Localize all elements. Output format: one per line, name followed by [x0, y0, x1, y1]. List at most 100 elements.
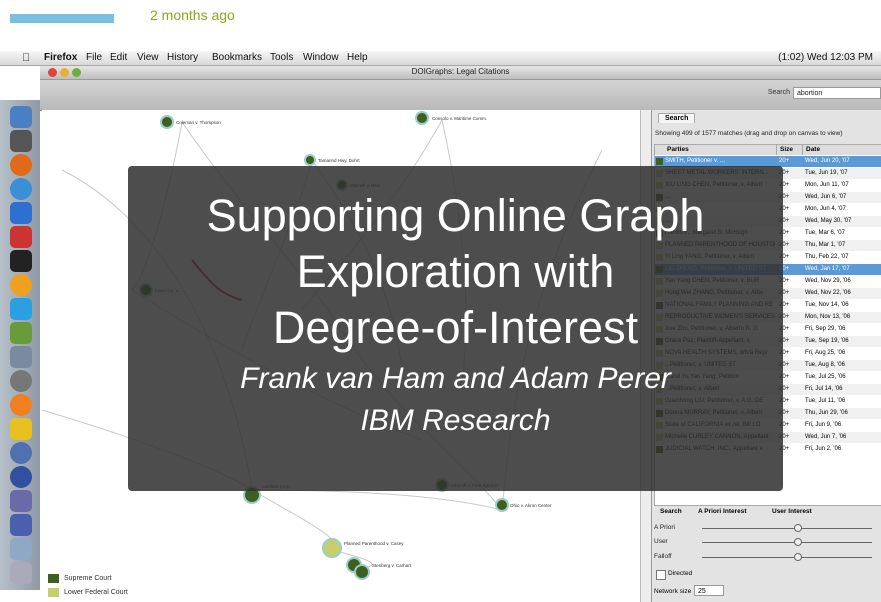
cell-date: Thu, Feb 22, '07	[805, 254, 849, 260]
search-label: Search	[767, 89, 790, 96]
node-label: Coleman v. Thompson	[176, 120, 221, 125]
search-input[interactable]: abortion	[793, 87, 881, 99]
terminal-icon[interactable]	[10, 250, 32, 272]
cell-date: Mon, Jun 11, '07	[805, 182, 849, 188]
slider-falloff[interactable]	[702, 557, 872, 558]
slider-label-user: User	[654, 538, 668, 545]
graph-node[interactable]	[322, 538, 342, 558]
court-swatch	[656, 158, 663, 165]
graph-node[interactable]	[160, 115, 174, 129]
toolbar: Search abortion	[40, 80, 881, 111]
dashboard-icon[interactable]	[10, 130, 32, 152]
node-label: Tamarind Hwy. Dohrt	[318, 158, 360, 163]
post-timestamp: 2 months ago	[150, 7, 235, 23]
safari-icon[interactable]	[10, 178, 32, 200]
subtab-apriori[interactable]: A Priori Interest	[698, 508, 747, 515]
menubar-clock[interactable]: (1:02) Wed 12:03 PM	[778, 52, 873, 63]
app-purple-icon[interactable]	[10, 490, 32, 512]
menu-edit[interactable]: Edit	[110, 52, 127, 63]
adium-icon[interactable]	[10, 274, 32, 296]
menu-view[interactable]: View	[137, 52, 159, 63]
slider-thumb-apriori[interactable]	[794, 524, 802, 532]
network-size-label: Network size	[654, 588, 692, 595]
node-label: Ohio v. Akron Center	[510, 503, 552, 508]
menu-window[interactable]: Window	[303, 52, 339, 63]
cell-date: Wed, Jun 6, '07	[805, 194, 847, 200]
skype-icon[interactable]	[10, 298, 32, 320]
cell-date: Fri, Jul 14, '06	[805, 386, 843, 392]
window-titlebar[interactable]: DOIGraphs: Legal Citations	[40, 66, 881, 80]
subtab-user-interest[interactable]: User Interest	[772, 508, 812, 515]
graph-node[interactable]	[304, 154, 316, 166]
menu-bookmarks[interactable]: Bookmarks	[212, 52, 262, 63]
legend-swatch-lower	[48, 588, 59, 597]
app-blue-icon[interactable]	[10, 442, 32, 464]
cell-date: Wed, Jun 7, '06	[805, 434, 847, 440]
preview-icon[interactable]	[10, 346, 32, 368]
column-header-date[interactable]: Date	[803, 145, 881, 155]
ichat-icon[interactable]	[10, 202, 32, 224]
finder-icon[interactable]	[10, 106, 32, 128]
tab-search[interactable]: Search	[658, 113, 696, 123]
cell-date: Tue, Nov 14, '06	[805, 302, 849, 308]
legend-swatch-supreme	[48, 574, 59, 583]
cell-date: Tue, Jun 19, '07	[805, 170, 848, 176]
menu-tools[interactable]: Tools	[270, 52, 293, 63]
title-overlay: Supporting Online Graph Exploration with…	[128, 166, 783, 491]
cell-date: Fri, Jun 2, '06	[805, 446, 842, 452]
menu-file[interactable]: File	[86, 52, 102, 63]
overlay-authors: Frank van Ham and Adam Perer	[240, 362, 671, 395]
column-header-size[interactable]: Size	[777, 145, 803, 155]
slider-label-apriori: A Priori	[654, 524, 675, 531]
directed-checkbox[interactable]	[656, 570, 666, 580]
cell-date: Wed, Nov 29, '06	[805, 278, 851, 284]
cell-date: Fri, Aug 25, '06	[805, 350, 846, 356]
photo-icon[interactable]	[10, 322, 32, 344]
legend-label-lower: Lower Federal Court	[64, 589, 128, 596]
cell-date: Mon, Jun 4, '07	[805, 206, 846, 212]
graph-node[interactable]	[415, 111, 429, 125]
folder-icon[interactable]	[10, 538, 32, 560]
cell-date: Thu, Mar 1, '07	[805, 242, 846, 248]
word-icon[interactable]	[10, 514, 32, 536]
node-label: Stenberg v. Carhart	[372, 563, 412, 568]
menu-history[interactable]: History	[167, 52, 198, 63]
cell-date: Tue, Sep 19, '06	[805, 338, 849, 344]
calendar-icon[interactable]	[10, 226, 32, 248]
overlay-title-line-2: Exploration with	[296, 246, 615, 297]
network-size-stepper[interactable]: 25	[694, 585, 724, 596]
cell-date: Wed, Jan 17, '07	[805, 266, 850, 272]
app-orange-icon[interactable]	[10, 394, 32, 416]
cell-date: Tue, Aug 8, '06	[805, 362, 845, 368]
settings-icon[interactable]	[10, 370, 32, 392]
cell-date: Tue, Jul 11, '06	[805, 398, 846, 404]
slider-apriori[interactable]	[702, 528, 872, 529]
node-label: Consolo v. Maritime Comm.	[432, 116, 487, 121]
match-count: Showing 499 of 1577 matches (drag and dr…	[655, 130, 843, 137]
itunes-icon[interactable]	[10, 466, 32, 488]
graph-node[interactable]	[495, 498, 509, 512]
apple-menu-icon[interactable]: 	[22, 52, 30, 64]
menu-app-name[interactable]: Firefox	[44, 52, 77, 63]
cell-date: Tue, Jul 25, '06	[805, 374, 846, 380]
cell-date: Wed, May 30, '07	[805, 218, 852, 224]
directed-label: Directed	[668, 570, 693, 577]
overlay-title-line-3: Degree-of-Interest	[272, 302, 639, 353]
slider-thumb-user[interactable]	[794, 538, 802, 546]
slider-user[interactable]	[702, 542, 872, 543]
slider-thumb-falloff[interactable]	[794, 553, 802, 561]
app-yellow-icon[interactable]	[10, 418, 32, 440]
overlay-organization: IBM Research	[360, 404, 551, 437]
cell-date: Mon, Nov 13, '06	[805, 314, 851, 320]
graph-node[interactable]	[354, 564, 370, 580]
trash-icon[interactable]	[10, 562, 32, 584]
subtab-search[interactable]: Search	[660, 508, 682, 515]
menu-help[interactable]: Help	[347, 52, 368, 63]
firefox-icon[interactable]	[10, 154, 32, 176]
cell-date: Fri, Jun 9, '06	[805, 422, 842, 428]
slider-label-falloff: Falloff	[654, 553, 672, 560]
column-header-parties[interactable]: Parties	[655, 145, 777, 155]
window-title: DOIGraphs: Legal Citations	[411, 67, 510, 76]
menubar:  Firefox File Edit View History Bookmar…	[0, 51, 881, 66]
cell-date: Tue, Mar 6, '07	[805, 230, 845, 236]
